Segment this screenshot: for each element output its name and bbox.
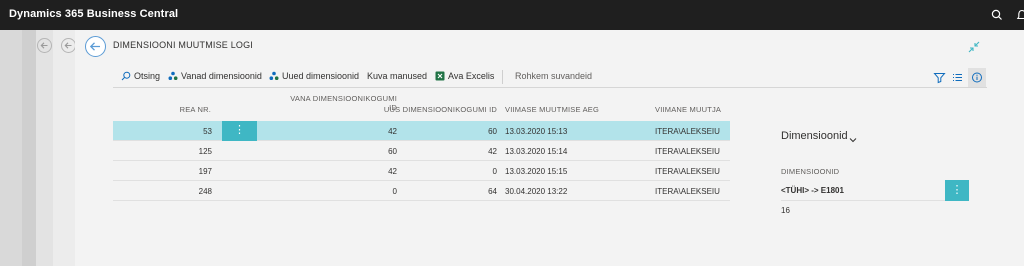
new-dimension-set-cell: 64 bbox=[488, 187, 497, 196]
back-button[interactable] bbox=[85, 36, 106, 57]
page-panel: DIMENSIOONI MUUTMISE LOGI Otsing Vanad d… bbox=[75, 30, 1024, 266]
old-dimension-set-cell: 42 bbox=[388, 127, 397, 136]
factbox-row-value: <TÜHI> -> E1801 bbox=[781, 186, 844, 195]
new-dimension-set-cell: 60 bbox=[488, 127, 497, 136]
app-title: Dynamics 365 Business Central bbox=[9, 8, 179, 20]
info-icon[interactable] bbox=[968, 68, 986, 87]
old-dimension-set-cell: 42 bbox=[388, 167, 397, 176]
back-arrow-icon bbox=[89, 42, 100, 51]
filter-icon[interactable] bbox=[931, 69, 948, 86]
line-no-cell: 248 bbox=[198, 187, 212, 196]
table-row[interactable]: 53 ⋮ 42 60 13.03.2020 15:13 ITERA\ALEKSE… bbox=[113, 121, 730, 141]
search-icon[interactable] bbox=[990, 8, 1004, 22]
column-header-last-modifier[interactable]: VIIMANE MUUTJA bbox=[655, 105, 735, 114]
factbox-row-value[interactable]: 16 bbox=[781, 206, 790, 215]
column-header-line-no[interactable]: REA NR. bbox=[153, 105, 211, 114]
column-header-new-dimension-set[interactable]: UUS DIMENSIOONIKOGUMI ID bbox=[369, 105, 497, 114]
table-row[interactable]: 197 42 0 13.03.2020 15:15 ITERA\ALEKSEIU bbox=[113, 161, 730, 181]
last-modified-cell: 30.04.2020 13:22 bbox=[505, 187, 568, 196]
list-view-icon[interactable] bbox=[949, 69, 966, 86]
collapse-icon[interactable] bbox=[968, 40, 980, 53]
background-back-icon bbox=[61, 38, 76, 53]
old-dimensions-label: Vanad dimensioonid bbox=[181, 71, 262, 81]
more-options-action[interactable]: Rohkem suvandeid bbox=[515, 71, 592, 81]
table-row[interactable]: 125 60 42 13.03.2020 15:14 ITERA\ALEKSEI… bbox=[113, 141, 730, 161]
open-in-excel-action[interactable]: Ava Excelis bbox=[435, 71, 494, 81]
last-modifier-cell: ITERA\ALEKSEIU bbox=[655, 127, 720, 136]
table-row[interactable]: 248 0 64 30.04.2020 13:22 ITERA\ALEKSEIU bbox=[113, 181, 730, 201]
show-attachments-action[interactable]: Kuva manused bbox=[367, 71, 427, 81]
old-dimension-set-cell: 0 bbox=[392, 187, 397, 196]
last-modifier-cell: ITERA\ALEKSEIU bbox=[655, 147, 720, 156]
factbox-row[interactable]: <TÜHI> -> E1801 ⋮ bbox=[781, 180, 969, 201]
row-menu-button[interactable]: ⋮ bbox=[222, 121, 257, 141]
factbox-column-header: DIMENSIOONID bbox=[781, 167, 840, 176]
search-icon bbox=[121, 71, 131, 81]
new-dimensions-action[interactable]: Uued dimensioonid bbox=[269, 71, 359, 81]
last-modifier-cell: ITERA\ALEKSEIU bbox=[655, 187, 720, 196]
line-no-cell: 197 bbox=[198, 167, 212, 176]
excel-icon bbox=[435, 71, 445, 81]
last-modifier-cell: ITERA\ALEKSEIU bbox=[655, 167, 720, 176]
search-action[interactable]: Otsing bbox=[121, 71, 160, 81]
last-modified-cell: 13.03.2020 15:14 bbox=[505, 147, 568, 156]
factbox-title[interactable]: Dimensioonid bbox=[781, 130, 848, 142]
chevron-down-icon[interactable] bbox=[848, 132, 858, 143]
factbox-row-menu-button[interactable]: ⋮ bbox=[945, 180, 969, 201]
new-dimension-set-cell: 0 bbox=[492, 167, 497, 176]
new-dimensions-label: Uued dimensioonid bbox=[282, 71, 360, 81]
column-header-old-dimension-set-line1: VANA DIMENSIOONIKOGUMI bbox=[290, 94, 397, 103]
open-in-excel-label: Ava Excelis bbox=[448, 71, 495, 81]
dimensions-icon bbox=[269, 71, 279, 80]
dimensions-icon bbox=[168, 71, 178, 80]
action-bar: Otsing Vanad dimensioonid Uued dimensioo… bbox=[113, 66, 987, 88]
background-back-icon bbox=[37, 38, 52, 53]
page-title: DIMENSIOONI MUUTMISE LOGI bbox=[113, 40, 254, 50]
new-dimension-set-cell: 42 bbox=[488, 147, 497, 156]
last-modified-cell: 13.03.2020 15:13 bbox=[505, 127, 568, 136]
app-bar: Dynamics 365 Business Central bbox=[0, 0, 1024, 30]
last-modified-cell: 13.03.2020 15:15 bbox=[505, 167, 568, 176]
line-no-cell: 53 bbox=[203, 127, 212, 136]
old-dimensions-action[interactable]: Vanad dimensioonid bbox=[168, 71, 262, 81]
search-action-label: Otsing bbox=[134, 71, 161, 81]
toolbar-divider bbox=[502, 70, 503, 84]
old-dimension-set-cell: 60 bbox=[388, 147, 397, 156]
column-header-last-modified[interactable]: VIIMASE MUUTMISE AEG bbox=[505, 105, 615, 114]
line-no-cell: 125 bbox=[198, 147, 212, 156]
bell-icon[interactable] bbox=[1015, 8, 1024, 22]
